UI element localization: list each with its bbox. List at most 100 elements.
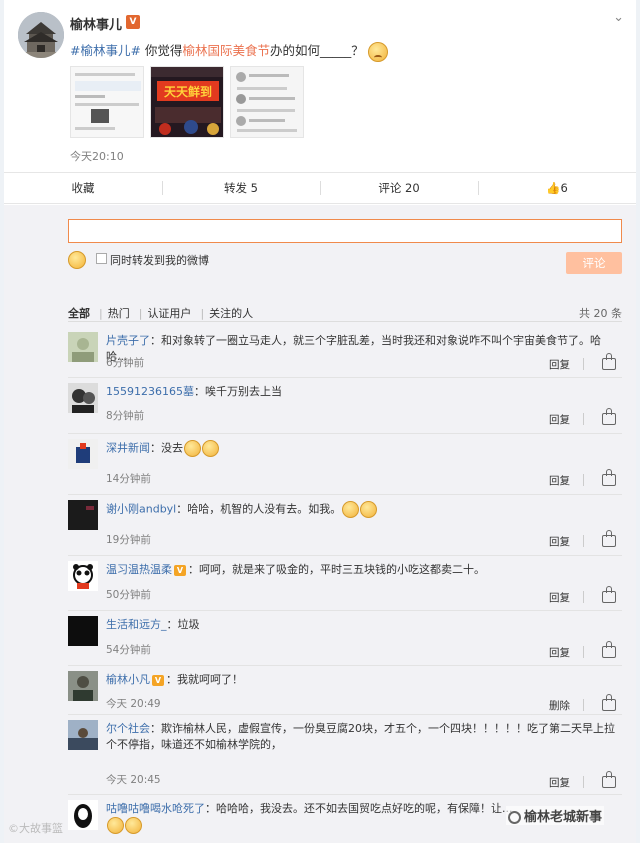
divider	[583, 413, 584, 425]
reply-button[interactable]: 回复	[549, 534, 570, 549]
thumbs-up-icon[interactable]	[602, 694, 616, 711]
comment-text: 生活和远方_：垃圾	[106, 618, 200, 631]
commenter-name[interactable]: 咕噜咕噜喝水呛死了	[106, 802, 205, 815]
comment-button[interactable]: 评论 20	[320, 173, 478, 203]
post-timestamp[interactable]: 今天20:10	[70, 148, 124, 164]
thumbs-up-icon[interactable]	[602, 771, 616, 788]
thumbs-up-icon[interactable]	[602, 408, 616, 425]
divider	[68, 321, 622, 322]
comment-time: 19分钟前	[106, 534, 151, 546]
topic-link[interactable]: 榆林国际美食节	[182, 43, 270, 58]
tab-verified[interactable]: 认证用户	[147, 307, 191, 320]
emoji-grin-icon	[360, 501, 378, 518]
like-count: 6	[560, 181, 568, 195]
action-bar: 收藏 转发 5 评论 20 👍6	[4, 172, 636, 204]
reply-button[interactable]: 回复	[549, 645, 570, 660]
repost-checkbox-label: 同时转发到我的微博	[110, 254, 209, 267]
divider	[583, 646, 584, 658]
tab-following[interactable]: 关注的人	[209, 307, 253, 320]
hashtag-link[interactable]: #榆林事儿#	[70, 43, 141, 58]
comment-text: 温习温热温柔 V ：呵呵，就是来了吸金的，平时三五块钱的小吃这都卖二十。	[106, 563, 485, 576]
comment-time: 50分钟前	[106, 589, 151, 601]
comment-item: 片壳子了：和对象转了一圈立马走人，就三个字脏乱差，当时我还和对象说咋不叫个宇宙美…	[68, 328, 622, 378]
commenter-name[interactable]: 榆林小凡	[106, 673, 150, 686]
emoji-icon	[184, 440, 201, 457]
watermark-right: 榆林老城新事	[506, 806, 605, 825]
commenter-name[interactable]: 尔个社会	[106, 722, 150, 735]
emoji-icon	[202, 440, 219, 457]
divider	[583, 776, 584, 788]
commenter-name[interactable]: 深井新闻	[106, 442, 150, 455]
post-image-2[interactable]: 天天鲜到	[150, 66, 224, 138]
comment-text: 15591236165墓：唉千万别去上当	[106, 385, 282, 398]
thumbs-up-icon[interactable]	[602, 469, 616, 486]
delete-button[interactable]: 删除	[549, 698, 570, 713]
divider	[583, 535, 584, 547]
commenter-avatar[interactable]	[68, 561, 98, 591]
comment-time: 6分钟前	[106, 357, 145, 369]
emoji-thinking-icon	[367, 41, 388, 62]
tab-all[interactable]: 全部	[68, 307, 90, 320]
emoji-laugh-icon	[107, 817, 124, 834]
comment-item: 尔个社会：欺诈榆林人民，虚假宣传，一份臭豆腐20块，才五个，一个四块！！！！！吃…	[68, 716, 622, 795]
commenter-avatar[interactable]	[68, 332, 98, 362]
thumbs-up-icon[interactable]	[602, 641, 616, 658]
commenter-avatar[interactable]	[68, 383, 98, 413]
thumbs-up-icon[interactable]	[602, 353, 616, 370]
verified-badge-icon: V	[126, 15, 140, 29]
commenter-name[interactable]: 温习温热温柔	[106, 563, 172, 576]
comment-text: 尔个社会：欺诈榆林人民，虚假宣传，一份臭豆腐20块，才五个，一个四块！！！！！吃…	[106, 722, 615, 751]
reply-button[interactable]: 回复	[549, 412, 570, 427]
comment-input[interactable]	[68, 219, 622, 243]
reply-button[interactable]: 回复	[549, 775, 570, 790]
comment-text: 谢小刚andbyl：哈哈，机智的人没有去。如我。	[106, 501, 622, 518]
verified-badge-icon: V	[152, 674, 164, 686]
post-image-2-caption: 天天鲜到	[164, 84, 212, 99]
post-image-1[interactable]	[70, 66, 144, 138]
repost-checkbox[interactable]	[96, 253, 107, 264]
author-name[interactable]: 榆林事儿	[70, 14, 122, 33]
commenter-avatar[interactable]	[68, 500, 98, 530]
wechat-icon	[508, 811, 521, 824]
post-image-3[interactable]	[230, 66, 304, 138]
divider	[583, 474, 584, 486]
commenter-name[interactable]: 谢小刚andbyl	[106, 503, 176, 516]
comment-time: 今天 20:45	[106, 774, 161, 786]
commenter-name[interactable]: 片壳子了	[106, 334, 150, 347]
commenter-avatar[interactable]	[68, 720, 98, 750]
reply-button[interactable]: 回复	[549, 590, 570, 605]
reply-button[interactable]: 回复	[549, 473, 570, 488]
reply-button[interactable]: 回复	[549, 357, 570, 372]
like-button[interactable]: 👍6	[478, 173, 636, 203]
comment-text: 深井新闻：没去	[106, 440, 622, 457]
thumbs-up-icon[interactable]	[602, 586, 616, 603]
emoji-picker-icon[interactable]	[68, 251, 86, 269]
commenter-avatar[interactable]	[68, 616, 98, 646]
divider	[583, 358, 584, 370]
tab-hot[interactable]: 热门	[108, 307, 130, 320]
emoji-grin-icon	[342, 501, 360, 518]
commenter-avatar[interactable]	[68, 439, 98, 469]
comment-filter-tabs: 全部 | 热门 | 认证用户 | 关注的人	[68, 307, 254, 320]
comment-time: 今天 20:49	[106, 698, 161, 710]
thumbs-up-icon[interactable]	[602, 530, 616, 547]
commenter-name[interactable]: 15591236165墓	[106, 385, 194, 398]
author-avatar[interactable]	[18, 12, 64, 58]
submit-comment-button[interactable]: 评论	[566, 252, 622, 274]
emoji-laugh-icon	[125, 817, 142, 834]
post-content: #榆林事儿# 你觉得榆林国际美食节办的如何_____？	[70, 40, 388, 62]
comment-text: 榆林小凡 V ：我就呵呵了！	[106, 673, 243, 686]
post-text-before: 你觉得	[140, 43, 183, 58]
repost-button[interactable]: 转发 5	[162, 173, 320, 203]
chevron-down-icon[interactable]: ⌄	[613, 10, 624, 25]
post-text-after: 办的如何_____？	[269, 43, 364, 58]
watermark-left: ©大故事篮	[8, 822, 63, 835]
comment-time: 54分钟前	[106, 644, 151, 656]
comment-item: 温习温热温柔 V ：呵呵，就是来了吸金的，平时三五块钱的小吃这都卖二十。 50分钟前…	[68, 557, 622, 611]
commenter-name[interactable]: 生活和远方_	[106, 618, 167, 631]
commenter-avatar[interactable]	[68, 671, 98, 701]
weibo-card: 榆林事儿 V ⌄ #榆林事儿# 你觉得榆林国际美食节办的如何_____？ 天天鲜…	[4, 0, 636, 843]
commenter-avatar[interactable]	[68, 800, 98, 830]
comment-item: 15591236165墓：唉千万别去上当 8分钟前 回复	[68, 379, 622, 434]
favorite-button[interactable]: 收藏	[4, 173, 162, 203]
